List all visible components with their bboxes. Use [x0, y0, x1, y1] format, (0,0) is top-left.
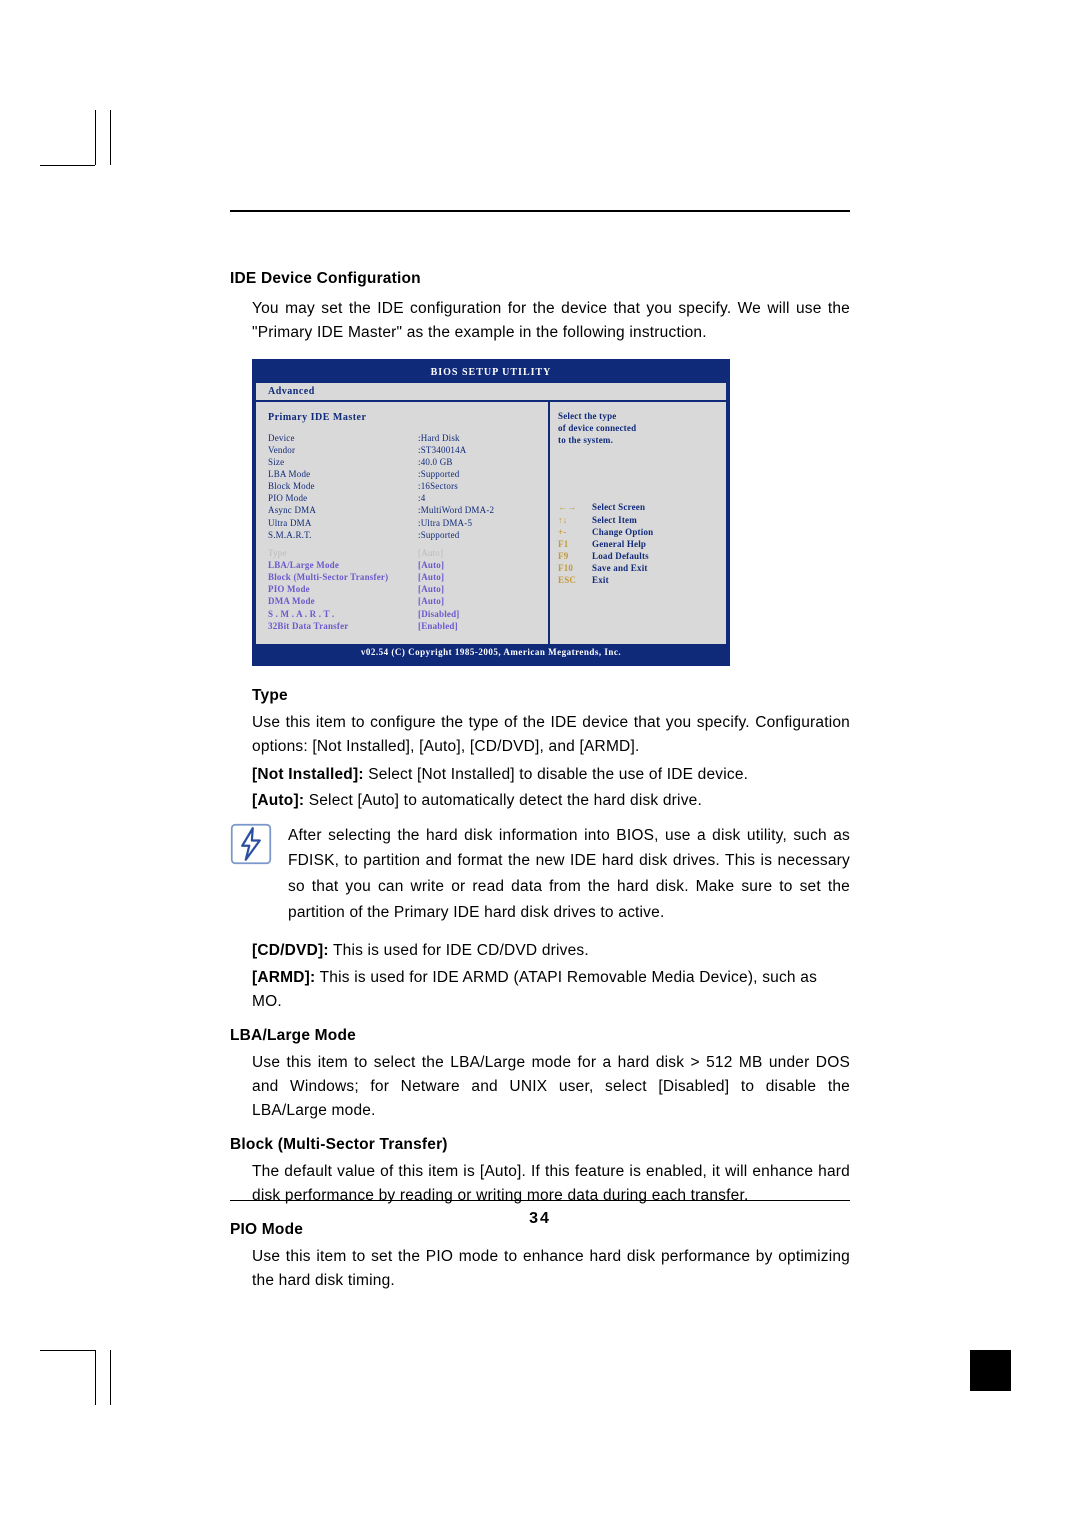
bios-help-text: to the system. [558, 434, 718, 446]
text-armd: This is used for IDE ARMD (ATAPI Removab… [252, 969, 817, 1010]
pio-text: Use this item to set the PIO mode to enh… [252, 1245, 850, 1293]
bios-info-val: :Supported [418, 468, 460, 480]
label-not-installed: [Not Installed]: [252, 766, 364, 783]
bios-info-val: :Hard Disk [418, 432, 460, 444]
bios-info-val: :40.0 GB [418, 456, 453, 468]
bios-info-val: :Supported [418, 529, 460, 541]
bios-option-val: [Enabled] [418, 620, 458, 632]
bios-option-key: LBA/Large Mode [268, 559, 418, 571]
bios-screenshot: BIOS SETUP UTILITY Advanced Primary IDE … [252, 359, 730, 666]
bios-key-action: Change Option [592, 526, 653, 538]
note-text: After selecting the hard disk informatio… [288, 823, 850, 925]
crop-mark [110, 1350, 111, 1405]
bios-option-key: PIO Mode [268, 583, 418, 595]
bios-option-val: [Disabled] [418, 608, 460, 620]
bios-key: ↑↓ [558, 514, 586, 526]
bios-selected-val: [Auto] [418, 547, 443, 559]
type-heading: Type [252, 684, 850, 708]
crop-mark [970, 1350, 1011, 1391]
bios-tab-bar: Advanced [256, 383, 726, 403]
type-armd: [ARMD]: This is used for IDE ARMD (ATAPI… [252, 966, 850, 1014]
bios-key: F9 [558, 550, 586, 562]
type-cddvd: [CD/DVD]: This is used for IDE CD/DVD dr… [252, 939, 850, 963]
bios-info-val: :16Sectors [418, 480, 458, 492]
bios-option-key: S . M . A . R . T . [268, 608, 418, 620]
bios-option-val: [Auto] [418, 583, 444, 595]
type-not-installed: [Not Installed]: Select [Not Installed] … [252, 763, 850, 787]
bios-info-key: Async DMA [268, 504, 418, 516]
bios-key: F1 [558, 538, 586, 550]
bios-info-val: :ST340014A [418, 444, 467, 456]
bios-help-panel: Select the type of device connected to t… [550, 402, 726, 644]
crop-mark [40, 165, 95, 166]
crop-mark [95, 1350, 96, 1405]
bios-info-key: Vendor [268, 444, 418, 456]
type-paragraph: Use this item to configure the type of t… [252, 711, 850, 759]
bios-help-text: Select the type [558, 410, 718, 422]
bios-info-key: PIO Mode [268, 492, 418, 504]
lightning-note-icon [230, 823, 272, 865]
text-cddvd: This is used for IDE CD/DVD drives. [333, 942, 589, 959]
bios-left-panel: Primary IDE Master Device:Hard Disk Vend… [256, 402, 550, 644]
bios-key: F10 [558, 562, 586, 574]
label-armd: [ARMD]: [252, 969, 315, 986]
label-cddvd: [CD/DVD]: [252, 942, 329, 959]
bios-option-key: Block (Multi-Sector Transfer) [268, 571, 418, 583]
bios-title: BIOS SETUP UTILITY [256, 363, 726, 383]
crop-mark [110, 110, 111, 165]
bios-option-val: [Auto] [418, 559, 444, 571]
bios-option-val: [Auto] [418, 595, 444, 607]
block-text: The default value of this item is [Auto]… [252, 1160, 850, 1208]
bios-panel-header: Primary IDE Master [268, 410, 538, 426]
page-content: IDE Device Configuration You may set the… [230, 210, 850, 1297]
crop-mark [40, 1350, 95, 1351]
bios-key-action: Exit [592, 574, 609, 586]
bios-option-key: 32Bit Data Transfer [268, 620, 418, 632]
bios-option-key: DMA Mode [268, 595, 418, 607]
bios-key: ESC [558, 574, 586, 586]
bios-info-val: :Ultra DMA-5 [418, 517, 472, 529]
document-page: IDE Device Configuration You may set the… [0, 0, 1080, 1528]
footer-rule [230, 1200, 850, 1201]
bios-footer: v02.54 (C) Copyright 1985-2005, American… [256, 644, 726, 662]
bios-tab-advanced: Advanced [268, 386, 315, 397]
bios-info-key: LBA Mode [268, 468, 418, 480]
bios-key-action: Select Screen [592, 501, 645, 513]
type-auto: [Auto]: Select [Auto] to automatically d… [252, 789, 850, 813]
bios-key-action: Save and Exit [592, 562, 648, 574]
bios-info-key: S.M.A.R.T. [268, 529, 418, 541]
lba-heading: LBA/Large Mode [230, 1024, 850, 1048]
crop-mark [95, 110, 96, 165]
section-heading: IDE Device Configuration [230, 267, 850, 291]
bios-info-key: Device [268, 432, 418, 444]
bios-selected-key: Type [268, 547, 418, 559]
bios-key-action: General Help [592, 538, 646, 550]
text-auto: Select [Auto] to automatically detect th… [304, 792, 702, 809]
bios-info-key: Ultra DMA [268, 517, 418, 529]
bios-info-val: :MultiWord DMA-2 [418, 504, 494, 516]
bios-key: ←→ [558, 501, 586, 513]
note-block: After selecting the hard disk informatio… [230, 823, 850, 925]
lba-text: Use this item to select the LBA/Large mo… [252, 1051, 850, 1123]
bios-key-action: Select Item [592, 514, 637, 526]
bios-key-action: Load Defaults [592, 550, 649, 562]
bios-info-key: Block Mode [268, 480, 418, 492]
block-heading: Block (Multi-Sector Transfer) [230, 1133, 850, 1157]
bios-option-val: [Auto] [418, 571, 444, 583]
bios-info-key: Size [268, 456, 418, 468]
page-number: 34 [230, 1210, 850, 1228]
bios-help-text: of device connected [558, 422, 718, 434]
bios-info-val: :4 [418, 492, 425, 504]
section-intro: You may set the IDE configuration for th… [252, 297, 850, 345]
label-auto: [Auto]: [252, 792, 304, 809]
bios-key: +- [558, 526, 586, 538]
text-not-installed: Select [Not Installed] to disable the us… [364, 766, 748, 783]
